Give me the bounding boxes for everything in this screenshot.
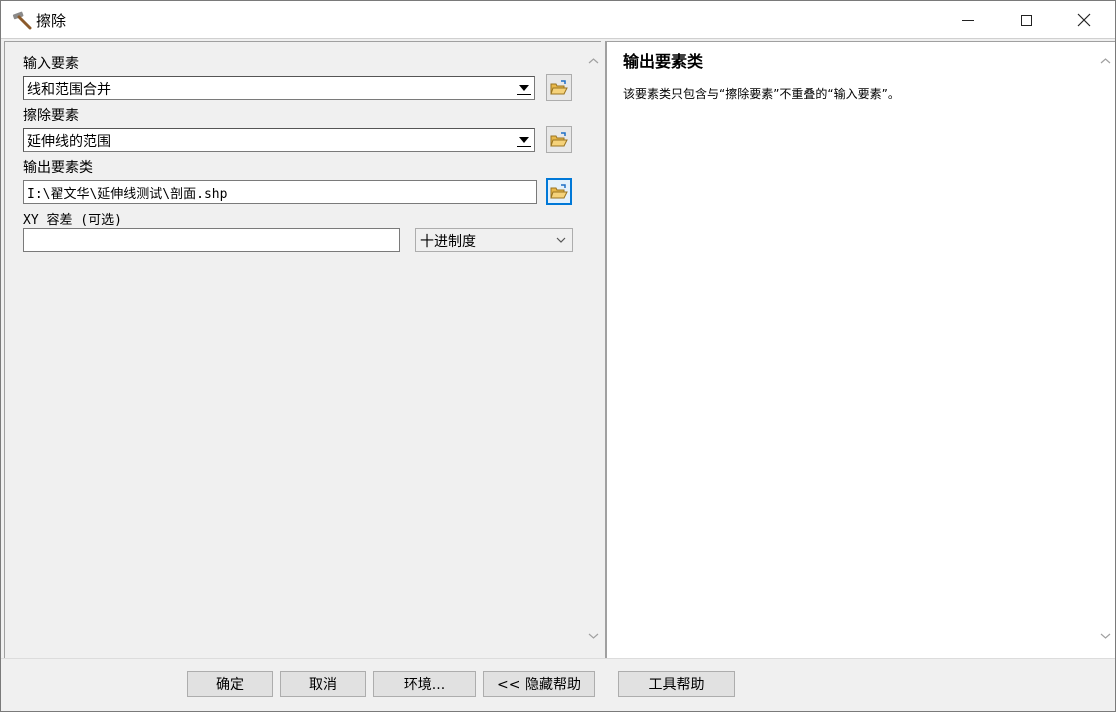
scroll-up-icon[interactable] — [1100, 56, 1111, 67]
dropdown-arrow-icon[interactable] — [516, 79, 532, 97]
close-icon — [1077, 13, 1091, 27]
open-folder-icon — [550, 79, 568, 94]
maximize-icon — [1020, 14, 1032, 26]
erase-features-label: 擦除要素 — [23, 108, 79, 124]
close-button[interactable] — [1055, 1, 1113, 39]
output-feature-class-input[interactable]: I:\翟文华\延伸线测试\剖面.shp — [23, 180, 537, 204]
environments-button[interactable]: 环境... — [373, 671, 476, 697]
maximize-button[interactable] — [997, 1, 1055, 39]
input-features-browse-button[interactable] — [546, 74, 572, 101]
minimize-button[interactable] — [939, 1, 997, 39]
erase-features-combo[interactable]: 延伸线的范围 — [23, 128, 535, 152]
scroll-up-icon[interactable] — [588, 56, 599, 67]
ok-button[interactable]: 确定 — [187, 671, 273, 697]
title-bar: 擦除 — [1, 1, 1115, 39]
output-feature-class-browse-button[interactable] — [546, 178, 572, 205]
help-title: 输出要素类 — [623, 52, 704, 71]
erase-tool-dialog: 擦除 输入要素 线和范围合并 擦除要素 延伸线的范围 输出要素类 I:\翟文华\… — [0, 0, 1116, 712]
open-folder-icon — [550, 131, 568, 146]
help-description: 该要素类只包含与“擦除要素”不重叠的“输入要素”。 — [623, 87, 900, 101]
button-bar: 确定 取消 环境... << 隐藏帮助 工具帮助 — [1, 658, 1115, 711]
output-feature-class-value: I:\翟文华\延伸线测试\剖面.shp — [27, 187, 228, 202]
input-features-combo[interactable]: 线和范围合并 — [23, 76, 535, 100]
open-folder-icon — [550, 183, 568, 198]
input-features-label: 输入要素 — [23, 56, 79, 72]
xy-tolerance-label: XY 容差 (可选) — [23, 213, 122, 228]
dropdown-arrow-icon[interactable] — [516, 131, 532, 149]
scroll-down-icon[interactable] — [1100, 630, 1111, 641]
hammer-icon — [11, 10, 33, 30]
help-scrollbar[interactable] — [1097, 42, 1114, 659]
output-feature-class-label: 输出要素类 — [23, 160, 93, 176]
xy-tolerance-unit-value: 十进制度 — [420, 234, 476, 250]
erase-features-browse-button[interactable] — [546, 126, 572, 153]
xy-tolerance-input[interactable] — [23, 228, 400, 252]
parameters-panel: 输入要素 线和范围合并 擦除要素 延伸线的范围 输出要素类 I:\翟文华\延伸线… — [4, 41, 602, 659]
cancel-button[interactable]: 取消 — [280, 671, 366, 697]
input-features-value: 线和范围合并 — [27, 82, 111, 98]
scroll-down-icon[interactable] — [588, 630, 599, 641]
xy-tolerance-unit-select[interactable]: 十进制度 — [415, 228, 573, 252]
tool-help-button[interactable]: 工具帮助 — [618, 671, 735, 697]
chevron-down-icon — [556, 237, 566, 243]
hide-help-button[interactable]: << 隐藏帮助 — [483, 671, 595, 697]
help-panel: 输出要素类 该要素类只包含与“擦除要素”不重叠的“输入要素”。 — [605, 41, 1115, 659]
minimize-icon — [962, 19, 974, 21]
parameters-scrollbar[interactable] — [585, 42, 602, 659]
erase-features-value: 延伸线的范围 — [27, 134, 111, 150]
window-title: 擦除 — [36, 12, 67, 30]
